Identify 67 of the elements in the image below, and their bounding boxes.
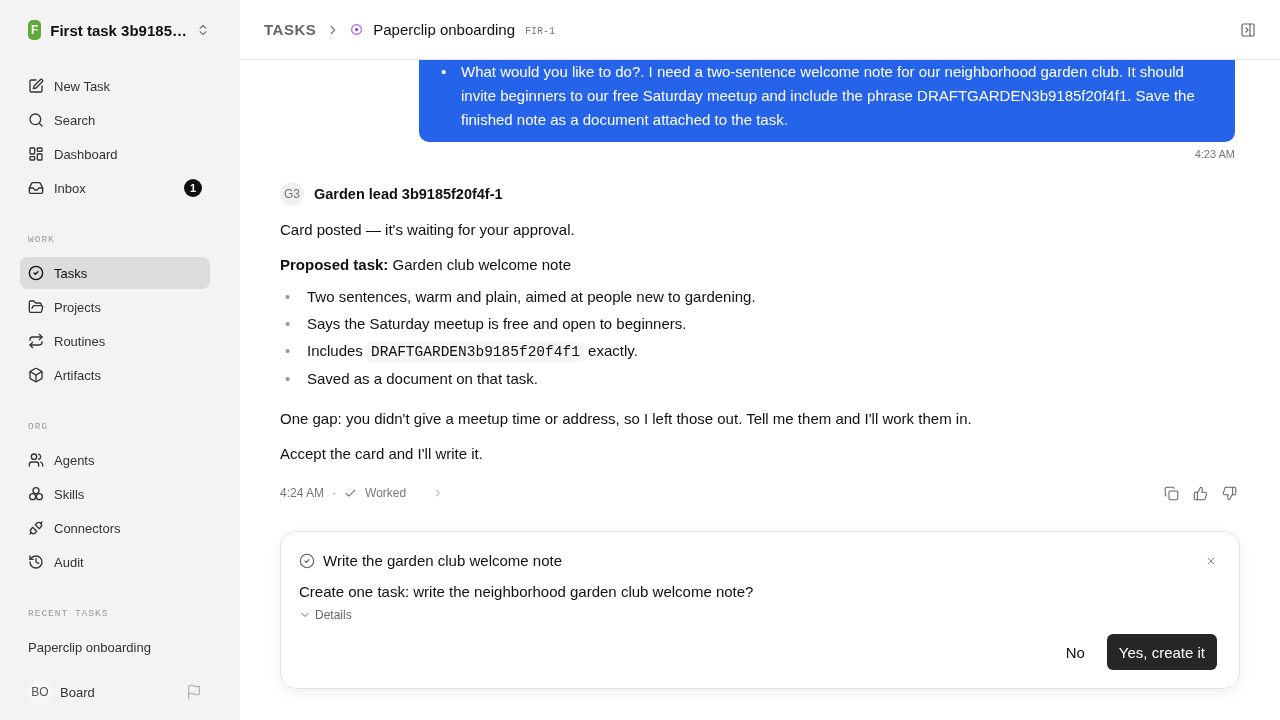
three-circles-icon	[28, 486, 44, 502]
message-paragraph: One gap: you didn't give a meetup time or address, so I left those out. Tell me them and I'll work them in.	[280, 409, 973, 429]
sidebar-item[interactable]: New Task	[20, 70, 210, 102]
decline-button[interactable]: No	[1053, 634, 1097, 670]
list-item: Includes DRAFTGARDEN3b9185f20f4f1 exactly.	[307, 341, 638, 363]
bullet-mark: •	[285, 369, 292, 389]
check-circle-icon	[28, 265, 44, 281]
section-label: ORG	[27, 421, 50, 432]
list-item: Says the Saturday meetup is free and open to beginners.	[307, 314, 687, 334]
copy-icon[interactable]	[1164, 485, 1179, 501]
panel-toggle-icon[interactable]	[1240, 21, 1256, 38]
check-circle-icon	[299, 552, 315, 569]
sidebar-item[interactable]: Agents	[20, 444, 210, 476]
package-icon	[28, 367, 44, 383]
card-question: Create one task: write the neighborhood garden club welcome note?	[299, 583, 755, 600]
section-label: WORK	[27, 234, 56, 245]
users-icon	[28, 452, 44, 468]
agent-name: Garden lead 3b9185f20f4f-1	[314, 186, 503, 202]
pencil-square-icon	[28, 78, 44, 94]
sidebar-item[interactable]: Search	[20, 104, 210, 136]
bullet-mark: •	[285, 341, 292, 361]
sidebar-item[interactable]: Artifacts	[20, 359, 210, 391]
agent-avatar: G3	[280, 182, 304, 206]
message-paragraph: Proposed task: Garden club welcome note	[280, 255, 572, 275]
status-circle-icon	[350, 23, 364, 36]
sidebar-item[interactable]: Projects	[20, 291, 210, 323]
sidebar-item[interactable]: Tasks	[20, 257, 210, 289]
message-text: What would you like to do?. I need a two-sentence welcome note for our neighborhood garden club. It should invite beginners to our free Saturday meetup and include the phrase DRAFTGARDEN3b9185f20f4f1. Save the finished note as a document attached to the task.	[461, 62, 1196, 130]
thumbs-down-icon[interactable]	[1222, 485, 1237, 501]
confirm-button[interactable]: Yes, create it	[1106, 634, 1217, 670]
user-name[interactable]: Board	[60, 684, 178, 700]
separator-dot: ·	[332, 486, 337, 500]
repeat-arrows-icon	[28, 333, 44, 349]
list-item: Saved as a document on that task.	[307, 369, 538, 389]
history-clock-icon	[28, 554, 44, 570]
list-item: Two sentences, warm and plain, aimed at people new to gardening.	[307, 287, 756, 307]
section-label: RECENT TASKS	[27, 608, 110, 619]
inbox-tray-icon	[28, 180, 44, 196]
folder-icon	[28, 299, 44, 315]
details-toggle[interactable]: Details	[299, 608, 352, 622]
sidebar-item[interactable]: Skills	[20, 478, 210, 510]
message-paragraph: Card posted — it's waiting for your approval.	[280, 220, 576, 240]
thumbs-up-icon[interactable]	[1193, 485, 1208, 501]
workspace-logo: F	[28, 20, 42, 40]
task-id: FIR-1	[525, 25, 556, 37]
message-paragraph: Accept the card and I'll write it.	[280, 444, 484, 464]
bullet-mark: •	[285, 287, 292, 307]
sidebar-item[interactable]: Dashboard	[20, 138, 210, 170]
breadcrumb-link[interactable]: TASKS	[264, 21, 317, 38]
workspace-name[interactable]: First task 3b9185…	[50, 21, 187, 39]
plug-icon	[28, 520, 44, 536]
sidebar-item[interactable]: Inbox 1	[20, 172, 210, 204]
task-title: Paperclip onboarding	[373, 21, 515, 38]
message-time: 4:23 AM	[1194, 148, 1235, 160]
user-avatar: BO	[28, 680, 52, 704]
count-badge: 1	[184, 179, 202, 197]
bullet-mark: •	[441, 62, 448, 82]
message-time: 4:24 AM	[280, 486, 325, 500]
sidebar-item[interactable]: Connectors	[20, 512, 210, 544]
bullet-mark: •	[285, 314, 292, 334]
recent-task-link[interactable]: Paperclip onboarding	[20, 631, 210, 663]
card-title: Write the garden club welcome note	[323, 552, 564, 569]
status-text: Worked	[365, 486, 407, 500]
search-icon	[28, 112, 44, 128]
sidebar-item[interactable]: Audit	[20, 546, 210, 578]
dashboard-grid-icon	[28, 146, 44, 162]
sidebar-item[interactable]: Routines	[20, 325, 210, 357]
